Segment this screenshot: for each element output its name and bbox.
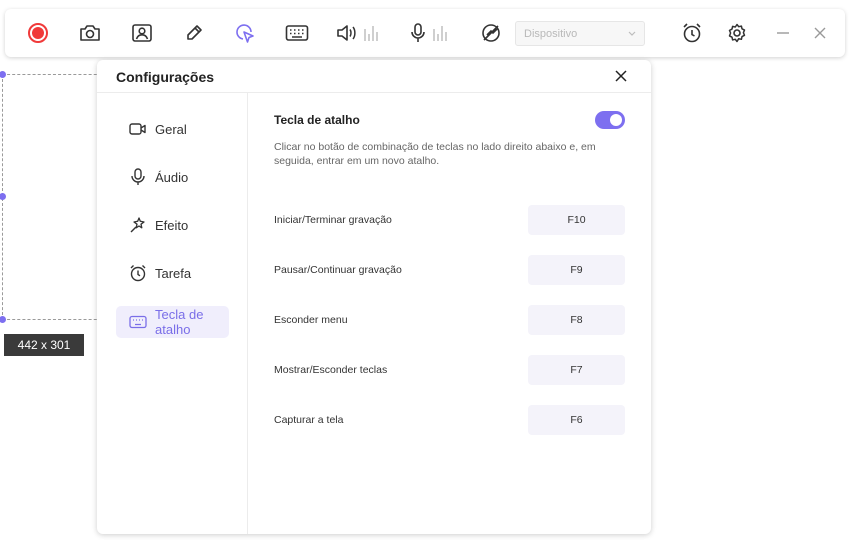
pen-icon: [184, 23, 204, 43]
region-handle-bottom-left[interactable]: [0, 316, 6, 323]
shortcut-label: Mostrar/Esconder teclas: [274, 364, 388, 376]
mic-off-icon: [480, 22, 502, 44]
alarm-icon: [129, 264, 147, 282]
microphone-icon: [129, 168, 147, 186]
settings-dialog: Configurações Geral Áudio Efeito Tarefa …: [97, 60, 651, 534]
shortcut-key-button[interactable]: F8: [528, 305, 625, 335]
shortcut-row: Mostrar/Esconder teclas F7: [274, 355, 626, 385]
sidebar-item-audio[interactable]: Áudio: [116, 161, 229, 193]
magic-wand-icon: [129, 216, 147, 234]
schedule-button[interactable]: [678, 19, 706, 47]
hotkey-toggle[interactable]: [595, 111, 625, 129]
keyboard-icon: [129, 313, 147, 331]
record-icon: [27, 22, 49, 44]
alarm-icon: [681, 22, 703, 44]
speaker-icon: [335, 23, 357, 43]
chevron-down-icon: [628, 28, 636, 40]
sidebar-item-general[interactable]: Geral: [116, 113, 229, 145]
shortcut-row: Pausar/Continuar gravação F9: [274, 255, 626, 285]
device-select[interactable]: Dispositivo: [515, 21, 645, 46]
shortcut-label: Esconder menu: [274, 314, 348, 326]
cursor-effect-button[interactable]: [231, 19, 259, 47]
shortcut-label: Pausar/Continuar gravação: [274, 264, 402, 276]
sidebar-item-label: Tecla de atalho: [155, 307, 204, 337]
section-title: Tecla de atalho: [274, 113, 360, 127]
record-button[interactable]: [24, 19, 52, 47]
device-select-label: Dispositivo: [524, 27, 578, 40]
sidebar-item-label: Áudio: [155, 169, 189, 185]
shortcut-row: Capturar a tela F6: [274, 405, 626, 435]
keyboard-icon: [285, 24, 309, 42]
shortcut-label: Iniciar/Terminar gravação: [274, 214, 392, 226]
shortcut-key-button[interactable]: F6: [528, 405, 625, 435]
dialog-close-button[interactable]: [615, 69, 629, 83]
close-icon: [814, 27, 826, 39]
video-icon: [129, 120, 147, 138]
sidebar-item-label: Tarefa: [155, 265, 192, 281]
shortcut-row: Esconder menu F8: [274, 305, 626, 335]
shortcut-key-button[interactable]: F10: [528, 205, 625, 235]
webcam-button[interactable]: [128, 19, 156, 47]
mic-disabled-button[interactable]: [477, 19, 505, 47]
dialog-header: Configurações: [97, 60, 651, 93]
cursor-click-icon: [234, 22, 256, 44]
capture-region[interactable]: [2, 74, 112, 320]
minimize-button[interactable]: [769, 19, 797, 47]
section-description: Clicar no botão de combinação de teclas …: [274, 141, 596, 167]
settings-button[interactable]: [723, 19, 751, 47]
sidebar-item-effect[interactable]: Efeito: [116, 209, 229, 241]
shortcut-key-button[interactable]: F9: [528, 255, 625, 285]
close-icon: [615, 69, 627, 86]
screenshot-button[interactable]: [76, 19, 104, 47]
shortcut-row: Iniciar/Terminar gravação F10: [274, 205, 626, 235]
recorder-toolbar: Dispositivo: [5, 9, 845, 57]
close-button[interactable]: [806, 19, 834, 47]
shortcut-key-button[interactable]: F7: [528, 355, 625, 385]
minimize-icon: [776, 26, 790, 40]
microphone-button[interactable]: [408, 19, 460, 47]
system-audio-button[interactable]: [335, 19, 383, 47]
gear-icon: [726, 22, 748, 44]
app-stage: 442 x 301 Dispositivo Configurações Gera…: [0, 0, 855, 540]
sidebar-item-label: Efeito: [155, 217, 189, 233]
keystroke-button[interactable]: [283, 19, 311, 47]
microphone-icon: [408, 22, 428, 44]
webcam-icon: [131, 23, 153, 43]
dialog-title: Configurações: [116, 69, 215, 85]
annotate-button[interactable]: [180, 19, 208, 47]
region-size-label: 442 x 301: [4, 334, 84, 356]
sidebar-item-hotkey[interactable]: Tecla de atalho: [116, 306, 229, 338]
shortcut-label: Capturar a tela: [274, 414, 344, 426]
audio-level-icon: [363, 23, 381, 43]
mic-level-icon: [432, 23, 450, 43]
settings-sidebar: Geral Áudio Efeito Tarefa Tecla de atalh…: [97, 93, 248, 534]
hotkey-settings-panel: Tecla de atalho Clicar no botão de combi…: [274, 93, 634, 523]
sidebar-item-label: Geral: [155, 121, 187, 137]
camera-icon: [79, 23, 101, 43]
sidebar-item-task[interactable]: Tarefa: [116, 257, 229, 289]
